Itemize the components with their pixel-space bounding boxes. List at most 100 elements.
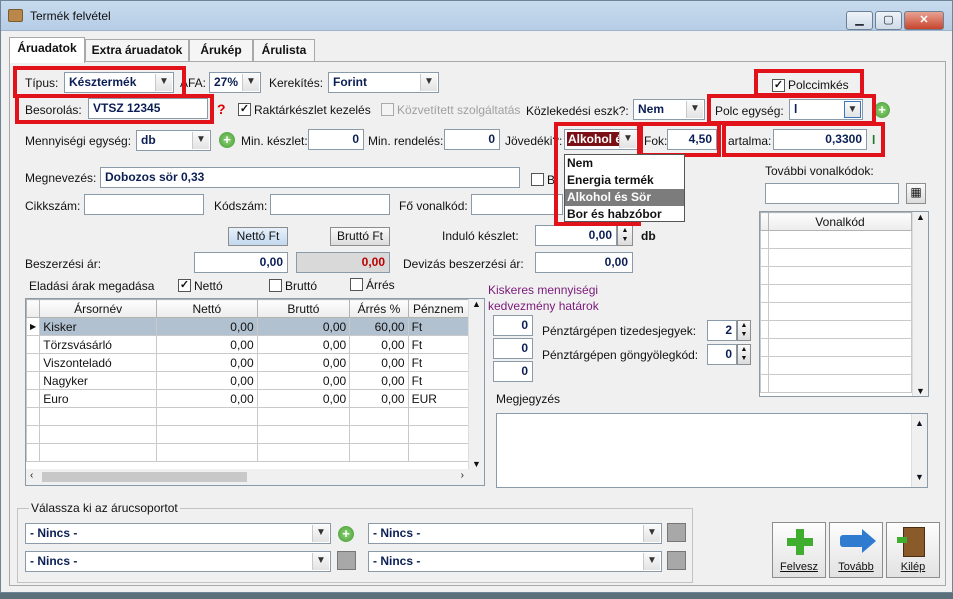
afa-select[interactable]: 27% ▼ [209,72,261,93]
table-row[interactable]: Viszonteladó 0,00 0,00 0,00 Ft [26,353,470,372]
raktar-checkbox[interactable]: ✓ [238,103,251,116]
tab-extra-aruadatok[interactable]: Extra áruadatok [85,39,189,62]
tab-arulista[interactable]: Árulista [253,39,315,62]
arucsoport-select-4[interactable]: - Nincs - ▼ [368,551,662,572]
barcode-scrollbar[interactable]: ▲ ▼ [912,212,928,396]
raktar-label: Raktárkészlet kezelés [254,103,371,117]
felvesz-button[interactable]: Felvesz [772,522,826,578]
arucsoport-label: Válassza ki az árucsoportot [29,501,180,515]
indulo-spinner[interactable]: ▲ ▼ [617,225,633,246]
brutto-checkbox[interactable] [269,279,282,292]
table-row[interactable]: Nagyker 0,00 0,00 0,00 Ft [26,371,470,390]
besorolas-help-icon[interactable]: ? [217,101,226,117]
tizedesjegyek-label: Pénztárgépen tizedesjegyek: [542,324,697,338]
col-arres[interactable]: Árrés % [349,299,409,318]
barcode-grid[interactable]: Vonalkód ▲ ▼ [759,211,929,397]
netto-checkbox[interactable]: ✓ [178,279,191,292]
cikkszam-input[interactable] [84,194,204,215]
polc-egyseg-label: Polc egység: [715,104,784,118]
tovabbi-vonalkodok-label: További vonalkódok: [765,164,874,178]
col-arsornev[interactable]: Ársornév [39,299,157,318]
col-penznem[interactable]: Pénznem [407,299,470,318]
add-arucsoport-icon[interactable]: + [338,526,354,542]
dropdown-option[interactable]: Nem [565,155,684,172]
kodszam-label: Kódszám: [214,199,268,213]
arucsoport-square-3[interactable] [667,551,686,570]
kiskeres-input-2[interactable]: 0 [493,338,533,359]
close-button[interactable]: ✕ [904,11,944,30]
price-grid-hscroll[interactable]: ‹ › [26,469,484,485]
price-grid-vscroll[interactable]: ▲ ▼ [468,299,484,469]
title-bar: Termék felvétel ▁ ▢ ✕ [1,1,952,31]
dropdown-option[interactable]: Energia termék [565,172,684,189]
arres-checkbox[interactable] [350,278,363,291]
eladasi-arak-label: Eladási árak megadása [29,279,155,293]
dropdown-option[interactable]: Alkohol és Sör [565,189,684,206]
tizedesjegyek-spinner[interactable]: ▲ ▼ [737,320,751,341]
polc-egyseg-select[interactable]: l ▼ [789,99,863,120]
indulo-keszlet-input[interactable]: 0,00 [535,225,617,246]
tab-aruadatok[interactable]: Áruadatok [9,37,85,63]
min-keszlet-input[interactable]: 0 [308,129,364,150]
minimize-button[interactable]: ▁ [846,11,873,30]
barcode-scan-button[interactable]: ▦ [906,183,926,204]
kozvetitett-label: Közvetített szolgáltatás [397,103,521,117]
tab-arukep[interactable]: Árukép [189,39,253,62]
b-checkbox[interactable] [531,173,544,186]
price-grid-header: Ársornév Nettó Bruttó Árrés % Pénznem [26,299,470,318]
arucsoport-square-1[interactable] [667,523,686,542]
dropdown-option[interactable]: Bor és habzóbor [565,206,684,223]
table-row[interactable]: Euro 0,00 0,00 0,00 EUR [26,389,470,408]
maximize-button[interactable]: ▢ [875,11,902,30]
beszerzesi-ar-label: Beszerzési ár: [25,257,102,271]
kiskeres-input-1[interactable]: 0 [493,315,533,336]
kerekites-select[interactable]: Forint ▼ [328,72,439,93]
kilep-button[interactable]: Kilép [886,522,940,578]
gongyolegkod-input[interactable]: 0 [707,344,737,365]
megnevezes-input[interactable]: Dobozos sör 0,33 [100,167,520,188]
tizedesjegyek-input[interactable]: 2 [707,320,737,341]
fo-vonalkod-input[interactable] [471,194,563,215]
col-netto[interactable]: Nettó [155,299,258,318]
arrow-right-icon [840,535,864,547]
mennyisegi-select[interactable]: db ▼ [136,130,211,151]
min-rendeles-label: Min. rendelés: [368,134,444,148]
add-unit-icon[interactable]: + [219,132,235,148]
vonalkod-header: Vonalkód [768,212,912,231]
polccimkes-checkbox[interactable]: ✓ [772,79,785,92]
table-row[interactable]: ▶ Kisker 0,00 0,00 60,00 Ft [26,317,470,336]
min-keszlet-label: Min. készlet: [241,134,308,148]
fok-label: Fok: [644,134,668,148]
tartalma-input[interactable]: 0,3300 [773,129,867,150]
col-brutto[interactable]: Bruttó [256,299,351,318]
kozlekedesi-select[interactable]: Nem ▼ [633,99,705,120]
tipus-label: Típus: [25,76,59,90]
min-rendeles-input[interactable]: 0 [444,129,500,150]
devizas-label: Devizás beszerzési ár: [403,257,524,271]
tovabbi-vonalkod-input[interactable] [765,183,899,204]
table-row[interactable]: Törzsvásárló 0,00 0,00 0,00 Ft [26,335,470,354]
arucsoport-select-3[interactable]: - Nincs - ▼ [25,551,331,572]
beszerzesi-netto-input[interactable]: 0,00 [194,252,288,273]
cikkszam-label: Cikkszám: [25,199,81,213]
brutto-ft-button[interactable]: Bruttó Ft [330,227,390,246]
jovedeki-dropdown[interactable]: Nem Energia termék Alkohol és Sör Bor és… [564,154,685,222]
netto-ft-button[interactable]: Nettó Ft [228,227,288,246]
kiskeres-input-3[interactable]: 0 [493,361,533,382]
megjegyzes-textarea[interactable]: ▲ ▼ [496,413,928,488]
fok-input[interactable]: 4,50 [667,129,717,150]
tovabb-button[interactable]: Tovább [829,522,883,578]
tipus-select[interactable]: Késztermék ▼ [64,72,174,93]
kozvetitett-checkbox[interactable] [381,103,394,116]
arucsoport-square-2[interactable] [337,551,356,570]
add-polc-icon[interactable]: + [874,102,890,118]
kozlekedesi-label: Közlekedési eszk?: [526,104,629,118]
besorolas-input[interactable]: VTSZ 12345 [88,98,208,119]
gongyolegkod-spinner[interactable]: ▲ ▼ [737,344,751,365]
jovedeki-select[interactable]: Alkohol é ▼ [564,129,638,150]
kodszam-input[interactable] [270,194,390,215]
price-grid[interactable]: Ársornév Nettó Bruttó Árrés % Pénznem ▶ … [25,298,485,486]
arucsoport-select-2[interactable]: - Nincs - ▼ [368,523,662,544]
arucsoport-select-1[interactable]: - Nincs - ▼ [25,523,331,544]
devizas-input[interactable]: 0,00 [535,252,633,273]
